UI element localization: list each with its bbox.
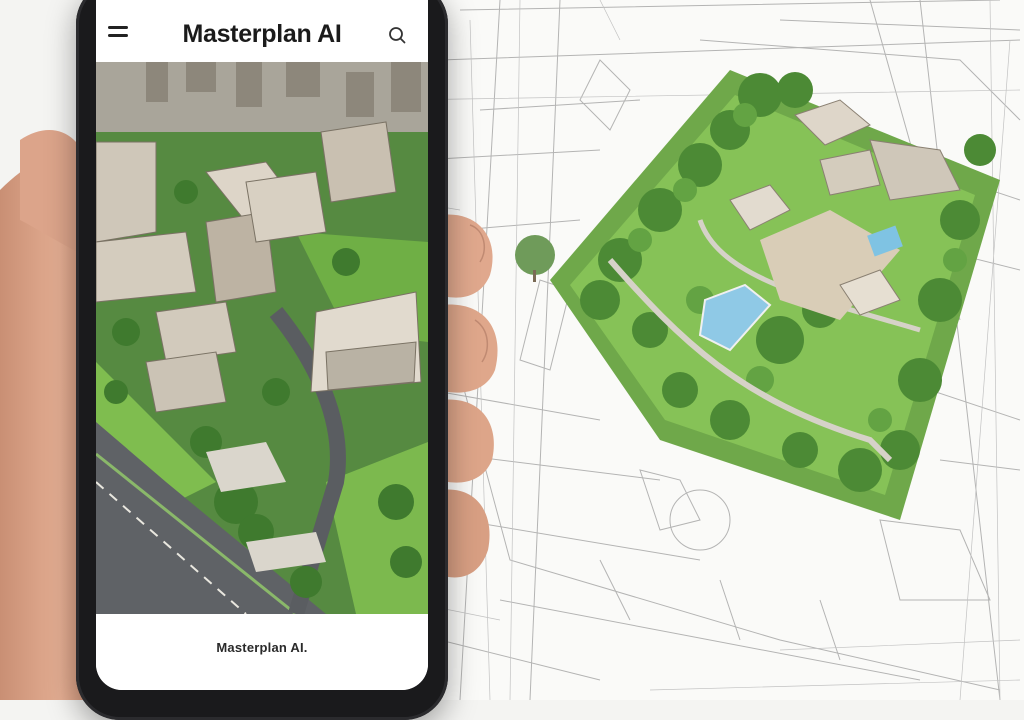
app-title: Masterplan AI <box>182 20 342 48</box>
aerial-city-render-image <box>96 62 428 614</box>
aerial-site-render <box>515 70 1000 520</box>
phone-screen: Masterplan AI Masterplan AI. <box>96 0 428 690</box>
footer-brand-label: Masterplan AI. <box>216 640 308 655</box>
search-icon[interactable] <box>388 26 406 44</box>
app-header: Masterplan AI <box>96 0 428 62</box>
app-footer: Masterplan AI. <box>96 614 428 690</box>
